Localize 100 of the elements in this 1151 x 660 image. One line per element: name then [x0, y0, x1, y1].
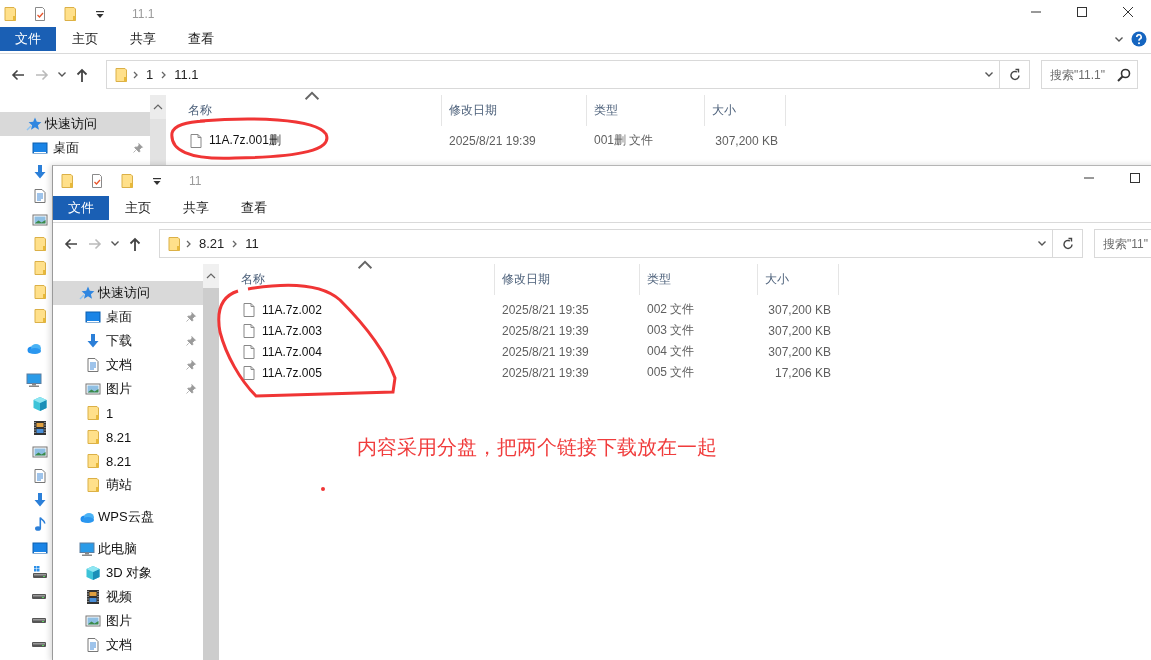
document-icon: [32, 468, 48, 484]
file-size: 307,200 KB: [767, 323, 832, 338]
ribbon-tab[interactable]: 主页: [56, 27, 114, 51]
chevron-up-icon: [206, 273, 216, 279]
cube-icon: [85, 565, 101, 581]
chevron-right-icon: [232, 239, 238, 248]
nav-item[interactable]: 快速访问: [53, 281, 203, 305]
document-icon: [32, 188, 48, 204]
film-icon: [85, 589, 101, 605]
music-note-icon: [32, 516, 48, 532]
picture-icon: [85, 613, 101, 629]
address-bar[interactable]: 8.21 11: [159, 229, 1053, 258]
nav-item[interactable]: 8.21: [53, 425, 203, 449]
file-icon: [241, 322, 257, 339]
column-header[interactable]: 名称: [219, 264, 494, 295]
column-header[interactable]: 名称: [166, 95, 441, 126]
chevron-down-icon: [1115, 36, 1123, 42]
monitor-icon: [85, 309, 101, 325]
modified-date: 2025/8/21 19:35: [501, 302, 590, 317]
nav-item[interactable]: WPS云盘: [53, 505, 203, 529]
file-name[interactable]: 11A.7z.002: [262, 302, 322, 317]
nav-item[interactable]: 文档: [53, 633, 203, 657]
maximize-icon: [1127, 170, 1143, 186]
file-type: 004 文件: [646, 343, 696, 360]
path-segment[interactable]: 8.21: [195, 236, 229, 251]
folder-icon: [32, 284, 48, 300]
up-arrow-icon: [127, 235, 143, 252]
ribbon-tab[interactable]: 共享: [167, 196, 225, 220]
search-field[interactable]: 搜索"11.1": [1041, 60, 1138, 89]
ribbon-tab[interactable]: 文件: [53, 196, 109, 220]
file-name[interactable]: 11A.7z.005: [262, 365, 322, 380]
modified-date: 2025/8/21 19:39: [501, 323, 590, 338]
star-icon: [79, 285, 95, 301]
refresh-button[interactable]: [1053, 229, 1083, 258]
column-header[interactable]: 修改日期: [494, 264, 639, 295]
nav-item[interactable]: 桌面: [53, 305, 203, 329]
nav-item[interactable]: 图片: [53, 377, 203, 401]
annotation-dot: [321, 487, 325, 491]
down-arrow-icon: [32, 492, 48, 508]
monitor-icon: [32, 540, 48, 556]
file-name[interactable]: 11A.7z.001删: [209, 132, 281, 149]
nav-item[interactable]: 下载: [53, 329, 203, 353]
ribbon-tab[interactable]: 主页: [109, 196, 167, 220]
ribbon-tab[interactable]: 文件: [0, 27, 56, 51]
modified-date: 2025/8/21 19:39: [448, 133, 537, 148]
search-field[interactable]: 搜索"11": [1094, 229, 1151, 258]
chevron-up-icon: [153, 104, 163, 110]
nav-item[interactable]: 视频: [53, 585, 203, 609]
chevron-down-icon: [985, 72, 993, 77]
column-header[interactable]: 修改日期: [441, 95, 586, 126]
file-type: 001删 文件: [593, 132, 655, 149]
folder-icon: [85, 405, 101, 421]
ribbon-tab[interactable]: 查看: [172, 27, 230, 51]
nav-item[interactable]: 桌面: [0, 136, 150, 160]
checklist-icon: [89, 173, 105, 189]
folder-icon: [2, 5, 18, 22]
checklist-icon: [32, 5, 48, 22]
column-header[interactable]: 大小: [757, 264, 839, 295]
file-icon: [188, 132, 204, 149]
path-segment[interactable]: 11: [241, 236, 263, 251]
computer-icon: [26, 372, 42, 388]
ribbon-tab[interactable]: 共享: [114, 27, 172, 51]
monitor-icon: [32, 140, 48, 156]
address-bar[interactable]: 1 11.1: [106, 60, 1000, 89]
nav-item[interactable]: 1: [53, 401, 203, 425]
folder-icon: [32, 260, 48, 276]
nav-item[interactable]: 萌站: [53, 473, 203, 497]
drive-icon: [32, 564, 48, 580]
nav-item[interactable]: 快速访问: [0, 112, 150, 136]
computer-icon: [79, 541, 95, 557]
cube-icon: [32, 396, 48, 412]
ribbon-tab[interactable]: 查看: [225, 196, 283, 220]
scrollbar-thumb[interactable]: [150, 119, 166, 165]
nav-item[interactable]: 8.21: [53, 449, 203, 473]
scrollbar-thumb[interactable]: [203, 288, 219, 660]
nav-item[interactable]: 图片: [53, 609, 203, 633]
nav-item[interactable]: 文档: [53, 353, 203, 377]
column-header[interactable]: 大小: [704, 95, 786, 126]
file-name[interactable]: 11A.7z.003: [262, 323, 322, 338]
drive-icon: [32, 615, 46, 625]
file-type: 002 文件: [646, 301, 696, 318]
annotation-text: 内容采用分盘，把两个链接下载放在一起: [357, 435, 717, 460]
refresh-button[interactable]: [1000, 60, 1030, 89]
chevron-down-icon: [1038, 241, 1046, 246]
folder-icon: [62, 5, 78, 22]
folder-icon: [85, 477, 101, 493]
chevron-right-icon: [186, 239, 191, 248]
path-segment[interactable]: 11.1: [170, 67, 203, 82]
file-icon: [241, 343, 257, 360]
path-segment[interactable]: 1: [142, 67, 158, 82]
nav-item[interactable]: 此电脑: [53, 537, 203, 561]
picture-icon: [85, 381, 101, 397]
column-header[interactable]: 类型: [639, 264, 757, 295]
nav-item[interactable]: 3D 对象: [53, 561, 203, 585]
file-name[interactable]: 11A.7z.004: [262, 344, 322, 359]
folder-icon: [59, 173, 75, 189]
file-type: 003 文件: [646, 322, 696, 339]
folder-icon: [119, 173, 135, 189]
column-header[interactable]: 类型: [586, 95, 704, 126]
folder-icon: [85, 429, 101, 445]
